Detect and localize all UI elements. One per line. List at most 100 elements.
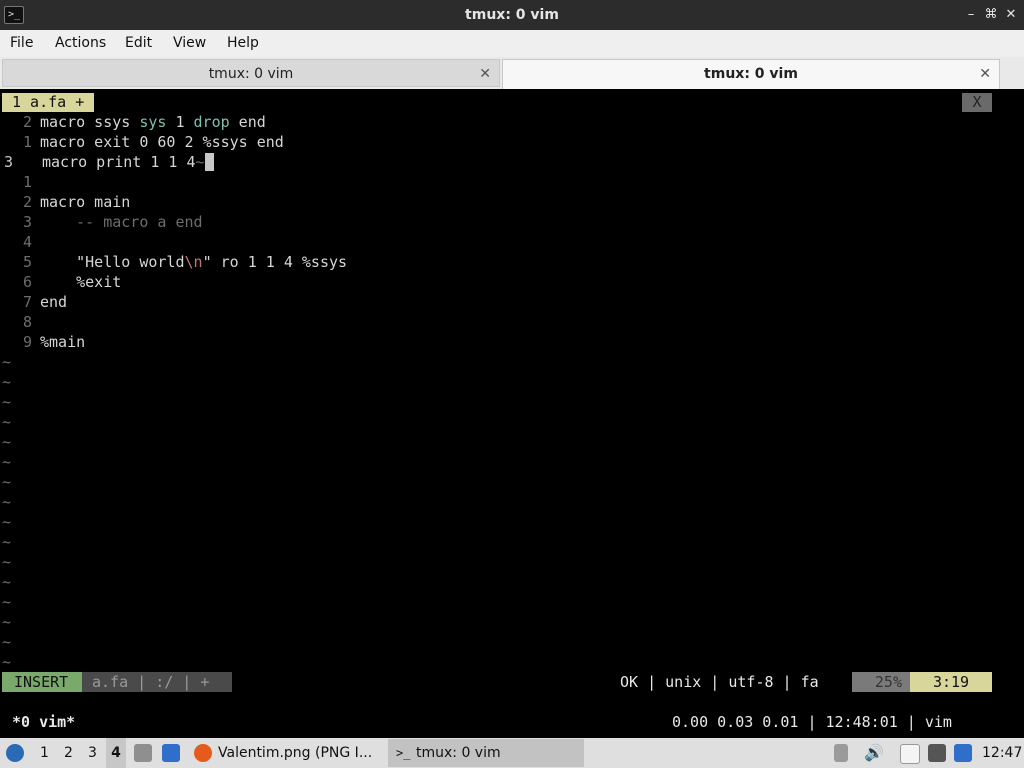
vim-percent-text: 25%	[874, 673, 902, 691]
task-terminal[interactable]: tmux: 0 vim	[416, 738, 501, 768]
code-token: " ro 1 1 4 %ssys	[202, 253, 348, 271]
tmux-status-right: 0.00 0.03 0.01 | 12:48:01 | vim	[672, 713, 952, 731]
code-line[interactable]: 5 "Hello world\n" ro 1 1 4 %ssys	[0, 252, 347, 272]
vim-file-format: OK | unix | utf-8 | fa	[620, 673, 819, 691]
terminal-icon: >_	[396, 746, 411, 760]
task-firefox[interactable]: Valentim.png (PNG I...	[218, 738, 372, 768]
code-line[interactable]: 1	[0, 172, 40, 192]
network-icon[interactable]	[928, 744, 946, 762]
desktop-icon[interactable]	[162, 744, 180, 762]
line-number: 7	[22, 293, 32, 311]
empty-line-marker: ~	[2, 533, 12, 551]
code-token: macro ssys	[40, 113, 140, 131]
line-number: 8	[22, 313, 32, 331]
firefox-icon	[194, 744, 212, 762]
code-token: \n	[184, 253, 203, 271]
update-icon[interactable]	[954, 744, 972, 762]
code-line[interactable]: 2 macro main	[0, 192, 130, 212]
vim-file-info-text: a.fa | :/ | +	[92, 673, 210, 691]
code-token: %exit	[40, 273, 122, 291]
line-number: 2	[22, 113, 32, 131]
taskbar: 1 2 3 4 Valentim.png (PNG I... >_ tmux: …	[0, 738, 1024, 768]
close-button[interactable]: ✕	[1002, 5, 1020, 25]
minimize-button[interactable]: –	[962, 5, 980, 25]
empty-line-marker: ~	[2, 393, 12, 411]
code-token: macro print 1 1 4	[42, 153, 196, 171]
line-number: 4	[22, 233, 32, 251]
workspace-2[interactable]: 2	[64, 738, 73, 768]
tab-label: tmux: 0 vim	[208, 66, 294, 82]
line-number: 6	[22, 273, 32, 291]
volume-icon[interactable]: 🔊	[864, 738, 884, 768]
workspace-4[interactable]: 4	[106, 738, 126, 768]
line-number: 3	[22, 213, 32, 231]
tmux-window-label[interactable]: *0 vim*	[12, 710, 75, 734]
menu-help[interactable]: Help	[227, 30, 259, 56]
code-token: -- macro a end	[40, 213, 203, 231]
vim-buffer-close[interactable]: X	[962, 93, 992, 112]
menu-view[interactable]: View	[173, 30, 206, 56]
empty-line-marker: ~	[2, 653, 12, 671]
maximize-button[interactable]: ⌘	[982, 5, 1000, 25]
line-number: 9	[22, 333, 32, 351]
start-menu-icon[interactable]	[6, 744, 24, 762]
line-number: 1	[22, 133, 32, 151]
tab-terminal-2[interactable]: tmux: 0 vim ✕	[502, 59, 1000, 89]
text-cursor	[204, 153, 214, 171]
notes-icon[interactable]	[900, 744, 920, 764]
clipboard-icon[interactable]	[834, 744, 848, 762]
code-token: 1	[166, 113, 194, 131]
line-number: 2	[22, 193, 32, 211]
code-line[interactable]: 3 -- macro a end	[0, 212, 203, 232]
code-line[interactable]: 2 macro ssys sys 1 drop end	[0, 112, 266, 132]
window-title: tmux: 0 vim	[465, 7, 559, 23]
vim-buffer-tab[interactable]: 1 a.fa +	[2, 93, 95, 112]
code-token: drop	[193, 113, 230, 131]
code-line[interactable]: 6 %exit	[0, 272, 121, 292]
vim-mode-text: INSERT	[14, 673, 69, 691]
code-line[interactable]: 8	[0, 312, 40, 332]
empty-line-marker: ~	[2, 373, 12, 391]
code-token: macro main	[40, 193, 131, 211]
vim-statusline: INSERT a.fa | :/ | + OK | unix | utf-8 |…	[0, 672, 1024, 692]
line-number: 1	[22, 173, 32, 191]
code-line[interactable]: 9 %main	[0, 332, 85, 352]
code-token: %main	[40, 333, 86, 351]
empty-line-marker: ~	[2, 413, 12, 431]
menu-file[interactable]: File	[10, 30, 33, 56]
code-token: sys	[139, 113, 167, 131]
workspace-1[interactable]: 1	[40, 738, 49, 768]
menu-actions[interactable]: Actions	[55, 30, 106, 56]
empty-line-marker: ~	[2, 573, 12, 591]
close-tab-icon[interactable]: ✕	[979, 60, 991, 88]
code-token: macro exit 0 60 2 %ssys end	[40, 133, 284, 151]
terminal-area[interactable]: 1 a.fa + X 2 macro ssys sys 1 drop end 1 ma…	[0, 90, 1024, 740]
empty-line-marker: ~	[2, 613, 12, 631]
window-titlebar: >_ tmux: 0 vim – ⌘ ✕	[0, 0, 1024, 30]
empty-line-marker: ~	[2, 473, 12, 491]
code-line[interactable]: 3 macro print 1 1 4~	[0, 152, 214, 172]
code-line[interactable]: 4	[0, 232, 40, 252]
workspace-3[interactable]: 3	[88, 738, 97, 768]
menu-edit[interactable]: Edit	[125, 30, 152, 56]
code-line[interactable]: 1 macro exit 0 60 2 %ssys end	[0, 132, 284, 152]
close-tab-icon[interactable]: ✕	[479, 60, 491, 88]
code-token: "Hello world	[40, 253, 185, 271]
line-number: 5	[22, 253, 32, 271]
vim-percent: 25%	[852, 672, 910, 692]
tmux-statusbar: *0 vim* 0.00 0.03 0.01 | 12:48:01 | vim	[0, 710, 1024, 734]
code-token: end	[40, 293, 68, 311]
vim-file-info: a.fa | :/ | +	[82, 672, 232, 692]
code-line[interactable]: 7 end	[0, 292, 67, 312]
file-manager-icon[interactable]	[134, 744, 152, 762]
code-token: ~	[195, 153, 205, 171]
clock: 12:47	[982, 745, 1023, 761]
tab-bar: tmux: 0 vim ✕ tmux: 0 vim ✕	[0, 57, 1024, 89]
tab-label: tmux: 0 vim	[704, 66, 798, 82]
line-number: 3	[4, 153, 14, 171]
empty-line-marker: ~	[2, 493, 12, 511]
menubar: File Actions Edit View Help	[0, 30, 1024, 57]
empty-line-marker: ~	[2, 513, 12, 531]
tab-terminal-1[interactable]: tmux: 0 vim ✕	[2, 59, 500, 87]
vim-mode: INSERT	[2, 672, 82, 692]
